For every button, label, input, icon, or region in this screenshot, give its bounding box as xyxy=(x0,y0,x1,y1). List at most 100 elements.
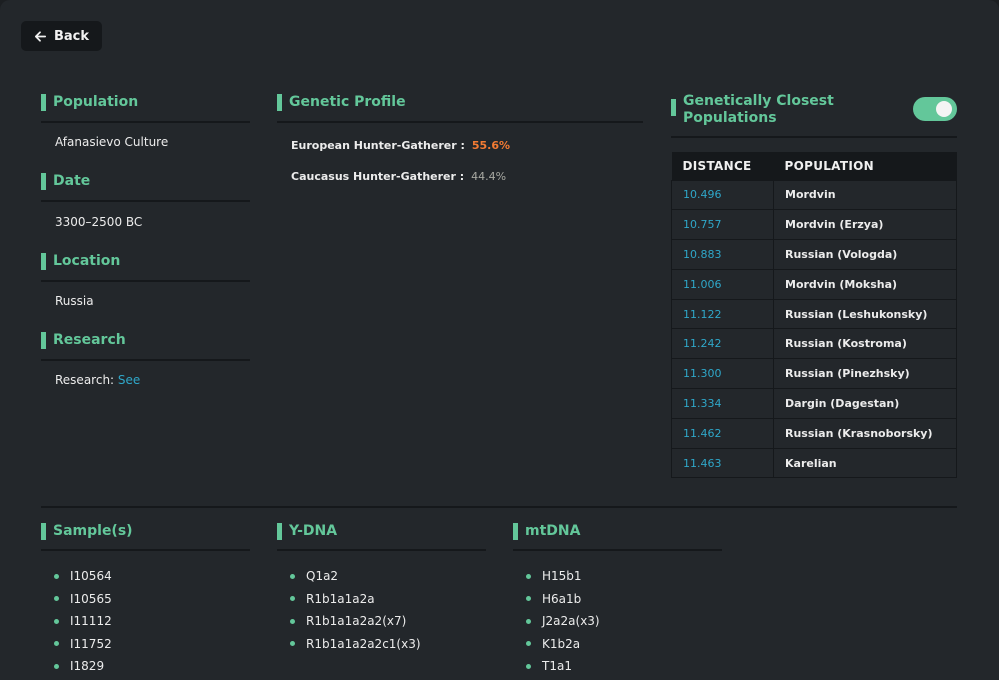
distance-cell: 10.883 xyxy=(671,239,774,270)
table-row: 10.883 Russian (Vologda) xyxy=(671,239,957,270)
table-row: 11.300 Russian (Pinezhsky) xyxy=(671,358,957,390)
table-row: 11.334 Dargin (Dagestan) xyxy=(671,388,957,419)
population-cell: Russian (Krasnoborsky) xyxy=(773,417,957,449)
divider xyxy=(41,549,250,551)
closest-populations-table: DISTANCE POPULATION 10.496 Mordvin 10.757… xyxy=(671,152,957,479)
list-item: I10565 xyxy=(41,588,112,611)
ydna-heading-label: Y-DNA xyxy=(289,523,338,539)
table-row: 11.242 Russian (Kostroma) xyxy=(671,328,957,360)
list-item: I1829 xyxy=(41,655,112,678)
population-column-header[interactable]: POPULATION xyxy=(773,152,957,180)
distance-cell: 11.242 xyxy=(671,328,774,360)
date-heading: Date xyxy=(41,170,90,192)
table-row: 10.496 Mordvin xyxy=(671,179,957,211)
population-heading: Population xyxy=(41,91,138,113)
distance-column-header[interactable]: DISTANCE xyxy=(671,152,774,180)
research-heading-label: Research xyxy=(53,332,126,348)
research-prefix: Research: xyxy=(55,373,118,387)
mtdna-list: H15b1 H6a1b J2a2a(x3) K1b2a T1a1 xyxy=(513,565,600,678)
population-cell: Russian (Leshukonsky) xyxy=(773,298,957,330)
closest-populations-heading: Genetically Closest Populations xyxy=(671,93,873,127)
list-item: I10564 xyxy=(41,565,112,588)
divider xyxy=(277,549,486,551)
main-panel: Back Population Afanasievo Culture Date … xyxy=(0,0,999,680)
heading-marker xyxy=(41,93,46,111)
divider xyxy=(513,549,722,551)
samples-list: I10564 I10565 I11112 I11752 I1829 xyxy=(41,565,112,678)
list-item: R1b1a1a2a2c1(x3) xyxy=(277,633,421,656)
location-value: Russia xyxy=(55,294,94,308)
divider xyxy=(41,200,250,202)
list-item: R1b1a1a2a2(x7) xyxy=(277,610,421,633)
table-row: 11.006 Mordvin (Moksha) xyxy=(671,268,957,300)
divider xyxy=(41,121,250,123)
distance-cell: 10.757 xyxy=(671,209,774,241)
divider xyxy=(277,121,643,123)
list-item: T1a1 xyxy=(513,655,600,678)
section-divider xyxy=(41,506,957,508)
date-value: 3300–2500 BC xyxy=(55,215,143,229)
population-cell: Mordvin (Erzya) xyxy=(773,209,957,241)
divider xyxy=(41,359,250,361)
population-cell: Dargin (Dagestan) xyxy=(773,388,957,419)
research-see-link[interactable]: See xyxy=(118,373,140,387)
closest-populations-toggle[interactable] xyxy=(913,97,957,121)
heading-marker xyxy=(513,522,518,540)
ydna-heading: Y-DNA xyxy=(277,520,337,542)
table-row: 11.462 Russian (Krasnoborsky) xyxy=(671,417,957,449)
population-cell: Karelian xyxy=(773,447,957,479)
list-item: H6a1b xyxy=(513,588,600,611)
component-percent: 44.4% xyxy=(471,170,507,183)
mtdna-heading: mtDNA xyxy=(513,520,580,542)
table-header-row: DISTANCE POPULATION xyxy=(671,152,957,180)
ydna-list: Q1a2 R1b1a1a2a R1b1a1a2a2(x7) R1b1a1a2a2… xyxy=(277,565,421,655)
distance-cell: 11.300 xyxy=(671,358,774,390)
distance-cell: 11.122 xyxy=(671,298,774,330)
population-cell: Russian (Kostroma) xyxy=(773,328,957,360)
mtdna-heading-label: mtDNA xyxy=(525,523,581,539)
component-name: European Hunter-Gatherer : xyxy=(291,139,465,152)
date-heading-label: Date xyxy=(53,173,91,189)
back-label: Back xyxy=(54,28,90,44)
population-value: Afanasievo Culture xyxy=(55,135,169,149)
list-item: J2a2a(x3) xyxy=(513,610,600,633)
divider xyxy=(671,136,957,138)
closest-populations-heading-label: Genetically Closest Populations xyxy=(683,93,834,126)
list-item: I11752 xyxy=(41,633,112,656)
list-item: I11112 xyxy=(41,610,112,633)
table-row: 11.122 Russian (Leshukonsky) xyxy=(671,298,957,330)
list-item: K1b2a xyxy=(513,633,600,656)
location-heading-label: Location xyxy=(53,253,121,269)
location-heading: Location xyxy=(41,250,120,272)
population-cell: Mordvin xyxy=(773,179,957,211)
arrow-left-icon xyxy=(34,30,47,42)
divider xyxy=(41,280,250,282)
genetic-profile-heading: Genetic Profile xyxy=(277,91,406,113)
distance-cell: 11.334 xyxy=(671,388,774,419)
distance-cell: 11.462 xyxy=(671,417,774,449)
component-percent: 55.6% xyxy=(471,139,511,152)
list-item: Q1a2 xyxy=(277,565,421,588)
research-value: Research: See xyxy=(55,373,140,387)
heading-marker xyxy=(41,522,46,540)
research-heading: Research xyxy=(41,329,126,351)
profile-component: European Hunter-Gatherer : 55.6% xyxy=(291,139,510,152)
population-cell: Russian (Pinezhsky) xyxy=(773,358,957,390)
heading-marker xyxy=(277,522,282,540)
table-row: 11.463 Karelian xyxy=(671,447,957,479)
heading-marker xyxy=(41,172,46,190)
profile-component: Caucasus Hunter-Gatherer : 44.4% xyxy=(291,170,506,183)
heading-marker xyxy=(671,99,676,116)
population-cell: Mordvin (Moksha) xyxy=(773,268,957,300)
heading-marker xyxy=(41,331,46,349)
list-item: R1b1a1a2a xyxy=(277,588,421,611)
back-button[interactable]: Back xyxy=(21,21,102,51)
distance-cell: 11.006 xyxy=(671,268,774,300)
heading-marker xyxy=(41,252,46,270)
samples-heading: Sample(s) xyxy=(41,520,133,542)
component-name: Caucasus Hunter-Gatherer : xyxy=(291,170,465,183)
toggle-knob xyxy=(936,101,952,117)
samples-heading-label: Sample(s) xyxy=(53,523,133,539)
genetic-profile-heading-label: Genetic Profile xyxy=(289,94,406,110)
heading-marker xyxy=(277,93,282,111)
